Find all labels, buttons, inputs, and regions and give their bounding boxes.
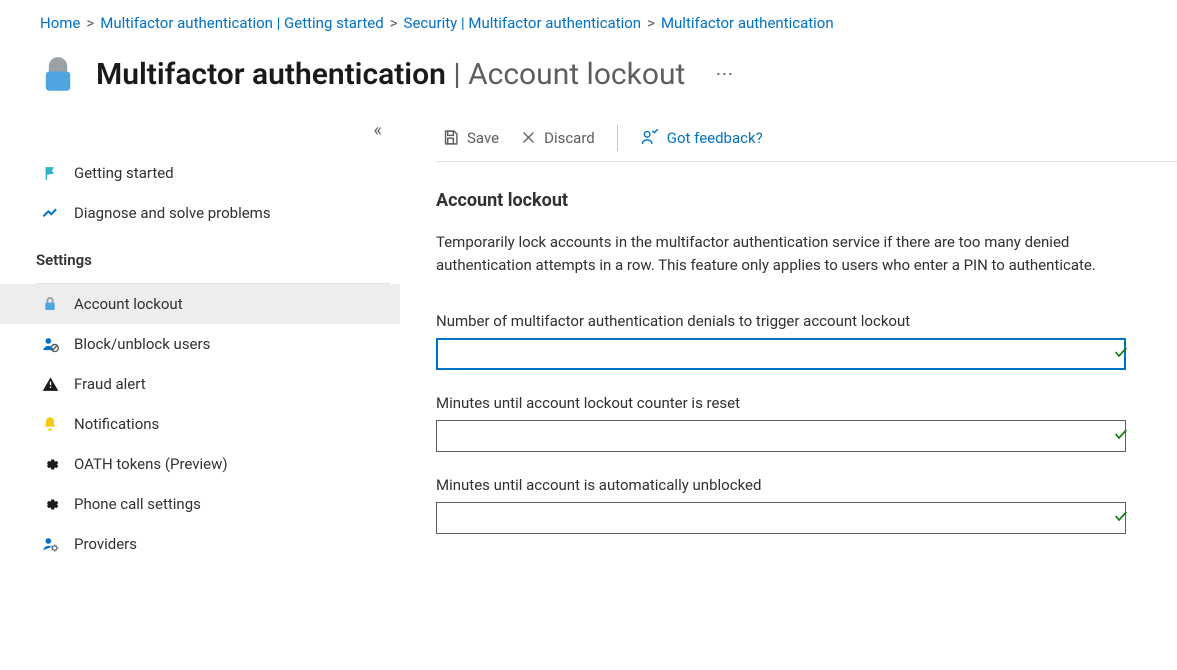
sidebar-item-label: Fraud alert [74,375,146,393]
page-title-main: Multifactor authentication [96,57,446,92]
sidebar-item-label: Diagnose and solve problems [74,204,271,222]
toolbar: Save Discard Got feedback? [436,116,1177,162]
breadcrumb-link-security-mfa[interactable]: Security | Multifactor authentication [404,14,642,32]
discard-button-label: Discard [544,129,595,147]
field-reset-minutes: Minutes until account lockout counter is… [436,394,1137,452]
save-button-label: Save [467,129,499,147]
sidebar-item-notifications[interactable]: Notifications [0,404,400,444]
sidebar-item-block-unblock[interactable]: Block/unblock users [0,324,400,364]
field-denial-count: Number of multifactor authentication den… [436,312,1137,370]
gear-icon [40,454,60,474]
sidebar-section-settings: Settings [0,233,400,279]
sidebar: « Getting started Diagnose and solve pro… [0,116,400,578]
close-icon [521,130,536,145]
sidebar-item-account-lockout[interactable]: Account lockout [0,284,400,324]
discard-button[interactable]: Discard [515,125,601,151]
sidebar-item-oath-tokens[interactable]: OATH tokens (Preview) [0,444,400,484]
sidebar-item-phone-call[interactable]: Phone call settings [0,484,400,524]
field-label: Number of multifactor authentication den… [436,312,1137,330]
reset-minutes-input[interactable] [436,420,1126,452]
section-title: Account lockout [436,190,1137,211]
field-label: Minutes until account lockout counter is… [436,394,1137,412]
breadcrumb-sep: > [390,14,398,32]
feedback-button-label: Got feedback? [667,129,763,147]
unblock-minutes-input[interactable] [436,502,1126,534]
denial-count-input[interactable] [436,338,1126,370]
feedback-icon [640,128,659,147]
sidebar-item-label: OATH tokens (Preview) [74,455,228,473]
user-gear-icon [40,534,60,554]
sidebar-item-getting-started[interactable]: Getting started [0,153,400,193]
sidebar-item-label: Account lockout [74,295,183,313]
field-label: Minutes until account is automatically u… [436,476,1137,494]
page-title-sub: | Account lockout [453,57,685,92]
feedback-button[interactable]: Got feedback? [634,124,769,151]
sidebar-item-providers[interactable]: Providers [0,524,400,564]
save-button[interactable]: Save [436,125,505,151]
sidebar-item-label: Notifications [74,415,159,433]
toolbar-divider [617,125,618,151]
bell-icon [40,414,60,434]
breadcrumb-sep: > [647,14,655,32]
tools-icon [40,203,60,223]
sidebar-item-label: Getting started [74,164,174,182]
lock-icon [40,294,60,314]
more-button[interactable]: ⋯ [707,60,743,89]
field-unblock-minutes: Minutes until account is automatically u… [436,476,1137,534]
sidebar-item-label: Providers [74,535,137,553]
main-content: Save Discard Got feedback? [400,116,1177,578]
breadcrumb: Home > Multifactor authentication | Gett… [0,0,1177,42]
breadcrumb-link-home[interactable]: Home [40,14,80,32]
flag-icon [40,163,60,183]
section-description: Temporarily lock accounts in the multifa… [436,231,1116,278]
breadcrumb-link-mfa[interactable]: Multifactor authentication [661,14,834,32]
lock-icon [36,52,80,96]
content-area: Account lockout Temporarily lock account… [436,162,1177,578]
save-icon [442,129,459,146]
collapse-sidebar-button[interactable]: « [0,116,400,153]
sidebar-item-label: Phone call settings [74,495,201,513]
page-header: Multifactor authentication | Account loc… [0,42,1177,116]
breadcrumb-sep: > [86,14,94,32]
gear-icon [40,494,60,514]
sidebar-item-fraud-alert[interactable]: Fraud alert [0,364,400,404]
alert-icon [40,374,60,394]
user-block-icon [40,334,60,354]
breadcrumb-link-mfa-getting-started[interactable]: Multifactor authentication | Getting sta… [100,14,383,32]
sidebar-item-label: Block/unblock users [74,335,210,353]
page-title: Multifactor authentication | Account loc… [96,57,685,92]
sidebar-item-diagnose[interactable]: Diagnose and solve problems [0,193,400,233]
